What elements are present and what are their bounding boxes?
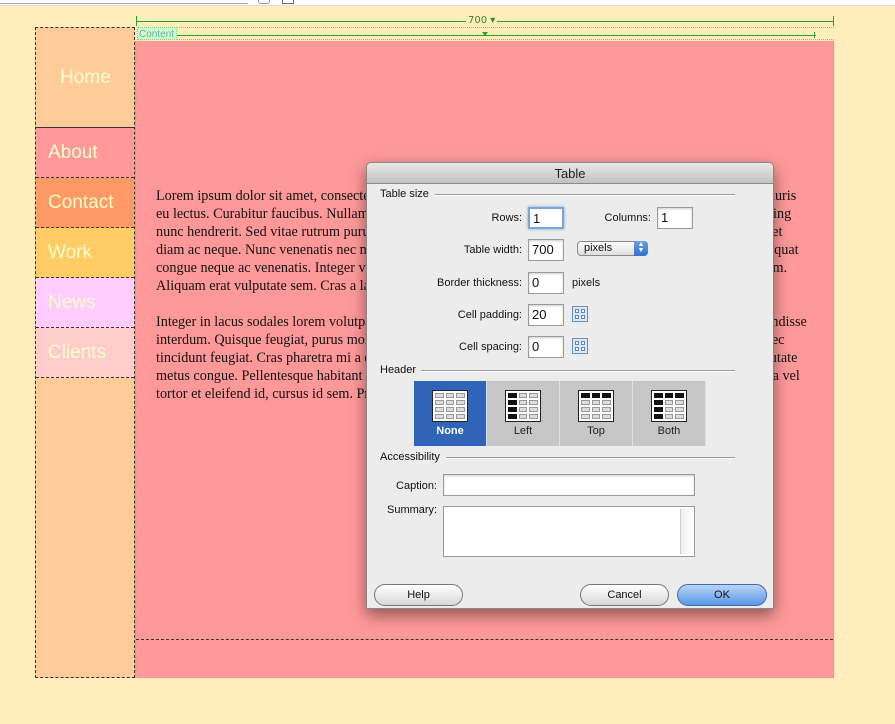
toolbar-field-edge: [0, 0, 248, 4]
toolbar-button-edge[interactable]: [258, 0, 270, 4]
header-option-both[interactable]: Both: [633, 381, 706, 446]
table-width-label: Table width:: [463, 244, 522, 256]
header-option-label: Left: [513, 425, 533, 437]
columns-label: Columns:: [604, 212, 651, 224]
ruler-width-label[interactable]: 700 ▾: [466, 15, 498, 26]
summary-textarea[interactable]: [443, 506, 695, 557]
summary-scrollbar[interactable]: [680, 509, 692, 554]
sidebar-nav: Home About Contact Work News Clients: [35, 27, 135, 678]
help-button[interactable]: Help: [374, 584, 463, 606]
header-option-label: Both: [657, 425, 681, 437]
cell-padding-icon: [572, 306, 588, 322]
cell-spacing-icon: [572, 338, 588, 354]
header-option-label: None: [436, 425, 464, 437]
table-both-header-icon: [651, 390, 687, 422]
width-unit-select[interactable]: pixels ▲ ▼: [577, 241, 648, 256]
section-label-accessibility: Accessibility: [380, 451, 440, 463]
section-label-header: Header: [380, 364, 417, 376]
content-header-outline: [176, 27, 834, 40]
section-divider: [435, 194, 735, 196]
nav-item-work[interactable]: Work: [36, 228, 134, 278]
columns-input[interactable]: 1: [657, 207, 693, 229]
ok-button[interactable]: OK: [677, 584, 767, 606]
nav-item-contact[interactable]: Contact: [36, 178, 134, 228]
dialog-title[interactable]: Table: [367, 163, 773, 184]
cell-spacing-label: Cell spacing:: [459, 341, 522, 353]
header-option-left[interactable]: Left: [487, 381, 560, 446]
nav-item-clients[interactable]: Clients: [36, 328, 134, 378]
footer-divider: [136, 639, 833, 640]
content-region-tag[interactable]: Content: [137, 27, 177, 40]
table-left-header-icon: [505, 390, 541, 422]
caption-input[interactable]: [443, 474, 695, 496]
border-thickness-label: Border thickness:: [437, 277, 522, 289]
width-unit-value: pixels: [584, 242, 613, 254]
select-stepper-icon: ▲ ▼: [634, 241, 648, 256]
cell-padding-input[interactable]: 20: [528, 304, 564, 326]
summary-label: Summary:: [387, 504, 438, 516]
nav-item-home[interactable]: Home: [36, 28, 134, 128]
table-width-input[interactable]: 700: [528, 239, 564, 261]
rows-label: Rows:: [491, 212, 522, 224]
toolbar-menu-edge[interactable]: [282, 0, 294, 4]
header-option-top[interactable]: Top: [560, 381, 633, 446]
border-thickness-input[interactable]: 0: [528, 272, 564, 294]
top-toolbar-strip: [0, 0, 895, 6]
table-top-header-icon: [578, 390, 614, 422]
nav-item-about[interactable]: About: [36, 128, 134, 178]
cell-spacing-input[interactable]: 0: [528, 336, 564, 358]
section-divider: [421, 370, 735, 372]
header-option-label: Top: [587, 425, 605, 437]
header-options: None Left Top Both: [414, 381, 706, 446]
rows-input[interactable]: 1: [528, 207, 564, 229]
border-unit-label: pixels: [572, 277, 601, 289]
ruler-tick-right: [833, 16, 834, 26]
section-label-table-size: Table size: [380, 188, 429, 200]
header-option-none[interactable]: None: [414, 381, 487, 446]
table-none-icon: [432, 390, 468, 422]
section-divider: [446, 457, 735, 459]
caption-label: Caption:: [396, 480, 437, 492]
cell-padding-label: Cell padding:: [457, 309, 522, 321]
cancel-button[interactable]: Cancel: [580, 584, 669, 606]
nav-item-news[interactable]: News: [36, 278, 134, 328]
table-dialog: Table Table size Rows: 1 Columns: 1 Tabl…: [366, 162, 774, 609]
